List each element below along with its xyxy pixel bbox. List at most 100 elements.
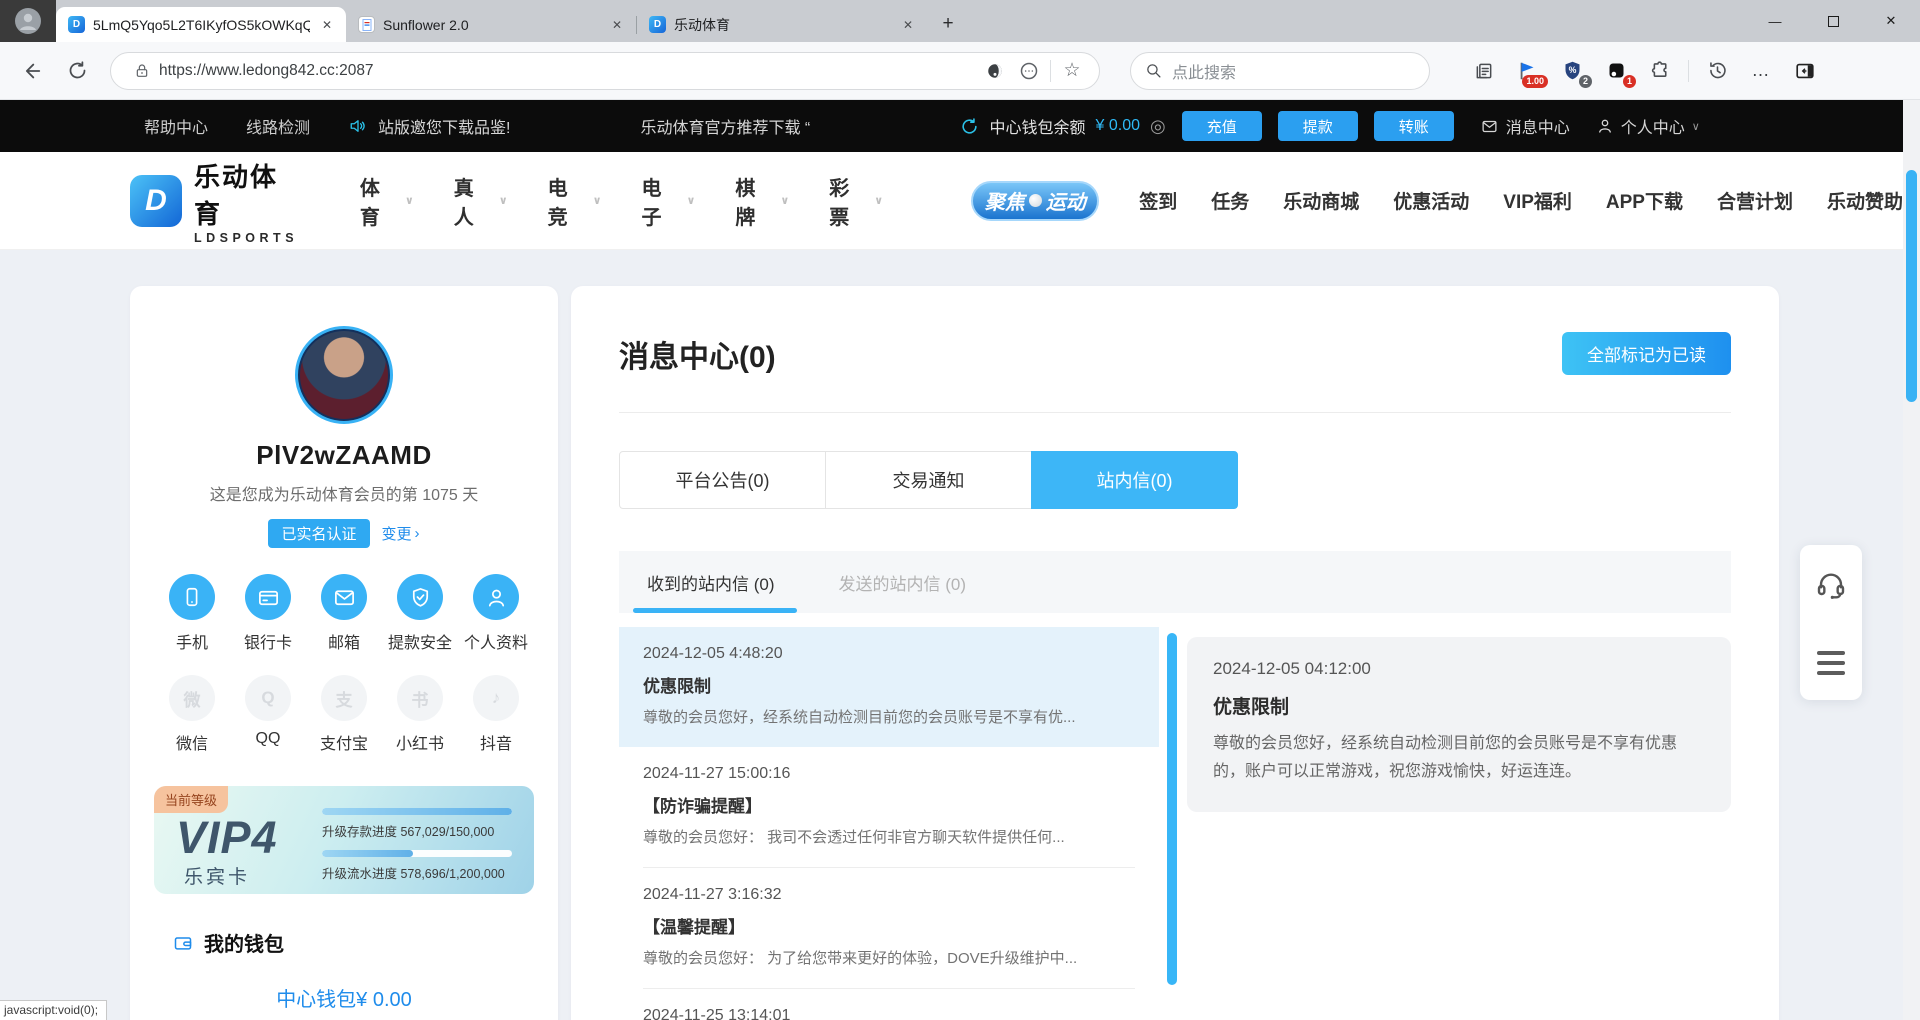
- nav-link-tasks[interactable]: 任务: [1211, 187, 1249, 214]
- address-bar[interactable]: https://www.ledong842.cc:2087 ☆: [110, 52, 1100, 90]
- security-item-email[interactable]: 邮箱: [308, 574, 380, 653]
- message-center-link[interactable]: 消息中心: [1480, 114, 1570, 138]
- vip-card-name: 乐宾卡: [184, 862, 250, 889]
- social-item-wechat[interactable]: 微 微信: [156, 675, 228, 754]
- back-button[interactable]: [12, 52, 50, 90]
- menu-hamburger-icon[interactable]: [1817, 651, 1845, 675]
- divider: [619, 412, 1731, 413]
- eye-toggle-icon[interactable]: ◎: [1150, 116, 1166, 137]
- wallet-refresh-icon[interactable]: [960, 117, 979, 136]
- tab-platform-announcements[interactable]: 平台公告(0): [619, 451, 826, 509]
- social-item-xiaohongshu[interactable]: 书 小红书: [384, 675, 456, 754]
- nav-menu-slots[interactable]: 电子∨: [642, 172, 696, 230]
- nav-menu-cards[interactable]: 棋牌∨: [735, 172, 789, 230]
- social-item-qq[interactable]: Q QQ: [232, 675, 304, 754]
- social-label: 抖音: [460, 730, 532, 754]
- announcement[interactable]: 站版邀您下载品鉴!: [348, 114, 510, 138]
- message-preview: 尊敬的会员您好： 我司不会透过任何非官方聊天软件提供任何...: [643, 826, 1135, 847]
- tab-close-icon[interactable]: ✕: [318, 18, 336, 32]
- social-item-douyin[interactable]: ♪ 抖音: [460, 675, 532, 754]
- ball-icon: [1029, 194, 1042, 207]
- message-item-selected[interactable]: 2024-12-05 4:48:20 优惠限制 尊敬的会员您好，经系统自动检测目…: [619, 627, 1159, 747]
- deposit-progress-fill: [322, 808, 512, 815]
- browser-menu-icon[interactable]: …: [1741, 51, 1781, 91]
- browser-tab-sunflower[interactable]: Sunflower 2.0 ✕: [346, 7, 636, 42]
- window-maximize-button[interactable]: [1804, 0, 1862, 42]
- tab-close-icon[interactable]: ✕: [899, 18, 917, 32]
- favorites-star-icon[interactable]: ☆: [1055, 54, 1089, 88]
- security-item-phone[interactable]: 手机: [156, 574, 228, 653]
- nav-link-promos[interactable]: 优惠活动: [1393, 187, 1469, 214]
- message-item[interactable]: 2024-11-27 3:16:32 【温馨提醒】 尊敬的会员您好： 为了给您带…: [619, 868, 1159, 988]
- customer-service-headset-icon[interactable]: [1815, 570, 1847, 602]
- page-scrollbar[interactable]: [1903, 100, 1920, 1020]
- list-scrollbar-thumb[interactable]: [1167, 633, 1177, 985]
- nav-link-checkin[interactable]: 签到: [1139, 187, 1177, 214]
- nav-link-vip[interactable]: VIP福利: [1503, 187, 1572, 214]
- vip-card[interactable]: 当前等级 VIP4 乐宾卡 升级存款进度 567,029/150,000 升级流…: [154, 786, 534, 894]
- subtab-sent-mail[interactable]: 发送的站内信 (0): [839, 551, 967, 613]
- change-link[interactable]: 变更›: [382, 523, 420, 544]
- more-actions-icon[interactable]: [1012, 54, 1046, 88]
- nav-link-app[interactable]: APP下载: [1606, 187, 1683, 214]
- window-close-button[interactable]: ✕: [1862, 0, 1920, 42]
- message-preview: 尊敬的会员您好，经系统自动检测目前您的会员账号是不享有优...: [643, 706, 1135, 727]
- nav-menu-live[interactable]: 真人∨: [454, 172, 508, 230]
- withdraw-button[interactable]: 提款: [1278, 111, 1358, 141]
- history-icon[interactable]: [1697, 51, 1737, 91]
- divider: [1050, 60, 1051, 82]
- search-box[interactable]: 点此搜索: [1130, 52, 1430, 90]
- security-item-bankcard[interactable]: 银行卡: [232, 574, 304, 653]
- nav-link-sponsor[interactable]: 乐动赞助: [1827, 187, 1903, 214]
- social-item-alipay[interactable]: 支 支付宝: [308, 675, 380, 754]
- message-item[interactable]: 2024-11-27 15:00:16 【防诈骗提醒】 尊敬的会员您好： 我司不…: [619, 747, 1159, 867]
- message-item[interactable]: 2024-11-25 13:14:01: [619, 989, 1159, 1020]
- menu-label: 体育: [360, 172, 400, 230]
- security-item-profile[interactable]: 个人资料: [460, 574, 532, 653]
- deposit-button[interactable]: 充值: [1182, 111, 1262, 141]
- search-placeholder[interactable]: 点此搜索: [1172, 59, 1236, 83]
- tab-site-mail[interactable]: 站内信(0): [1031, 451, 1238, 509]
- turnover-progress-track: [322, 850, 512, 857]
- alipay-icon: 支: [321, 675, 367, 721]
- message-date: 2024-11-27 3:16:32: [643, 886, 1135, 904]
- line-check-link[interactable]: 线路检测: [246, 114, 310, 138]
- shield-extension-icon[interactable]: % 2: [1552, 51, 1592, 91]
- nav-menu-esports[interactable]: 电竞∨: [548, 172, 602, 230]
- refresh-button[interactable]: [58, 52, 96, 90]
- extensions-puzzle-icon[interactable]: [1640, 51, 1680, 91]
- tab-close-icon[interactable]: ✕: [608, 18, 626, 32]
- nav-menu-lottery[interactable]: 彩票∨: [829, 172, 883, 230]
- url-text[interactable]: https://www.ledong842.cc:2087: [159, 62, 978, 80]
- transfer-button[interactable]: 转账: [1374, 111, 1454, 141]
- tab-transaction-notices[interactable]: 交易通知: [825, 451, 1032, 509]
- personal-center-link[interactable]: 个人中心 ∨: [1596, 114, 1700, 138]
- mark-all-read-button[interactable]: 全部标记为已读: [1562, 332, 1731, 375]
- user-avatar[interactable]: [295, 326, 393, 424]
- nav-menu-sports[interactable]: 体育∨: [360, 172, 414, 230]
- security-item-withdraw-safety[interactable]: 提款安全: [384, 574, 456, 653]
- verified-badge: 已实名认证: [268, 519, 369, 548]
- collections-icon[interactable]: [1464, 51, 1504, 91]
- page-scrollbar-thumb[interactable]: [1906, 170, 1917, 402]
- window-minimize-button[interactable]: —: [1746, 0, 1804, 42]
- browser-tab-active[interactable]: D 5LmQ5Yqo5L2T6IKyfOS5kOWKqQ ✕: [56, 7, 346, 42]
- messages-badge: 1: [1623, 75, 1636, 88]
- site-logo[interactable]: D 乐动体育 LDSPORTS: [130, 157, 306, 245]
- subtab-received-mail[interactable]: 收到的站内信 (0): [647, 551, 775, 613]
- focus-sport-badge[interactable]: 聚焦 运动: [971, 181, 1099, 221]
- help-center-link[interactable]: 帮助中心: [144, 114, 208, 138]
- nav-link-mall[interactable]: 乐动商城: [1283, 187, 1359, 214]
- chevron-down-icon: ∨: [593, 194, 602, 207]
- messages-extension-icon[interactable]: 1: [1596, 51, 1636, 91]
- new-tab-button[interactable]: +: [933, 9, 963, 39]
- flag-extension-icon[interactable]: 1.00: [1508, 51, 1548, 91]
- sidebar-toggle-icon[interactable]: [1785, 51, 1825, 91]
- focus-left-text: 聚焦: [985, 186, 1025, 215]
- browser-tab-ledong[interactable]: D 乐动体育 ✕: [637, 7, 927, 42]
- lock-icon[interactable]: [125, 54, 159, 88]
- nav-link-affiliate[interactable]: 合营计划: [1717, 187, 1793, 214]
- browser-profile-button[interactable]: [0, 0, 56, 42]
- username: PlV2wZAAMD: [130, 440, 558, 471]
- translate-icon[interactable]: [978, 54, 1012, 88]
